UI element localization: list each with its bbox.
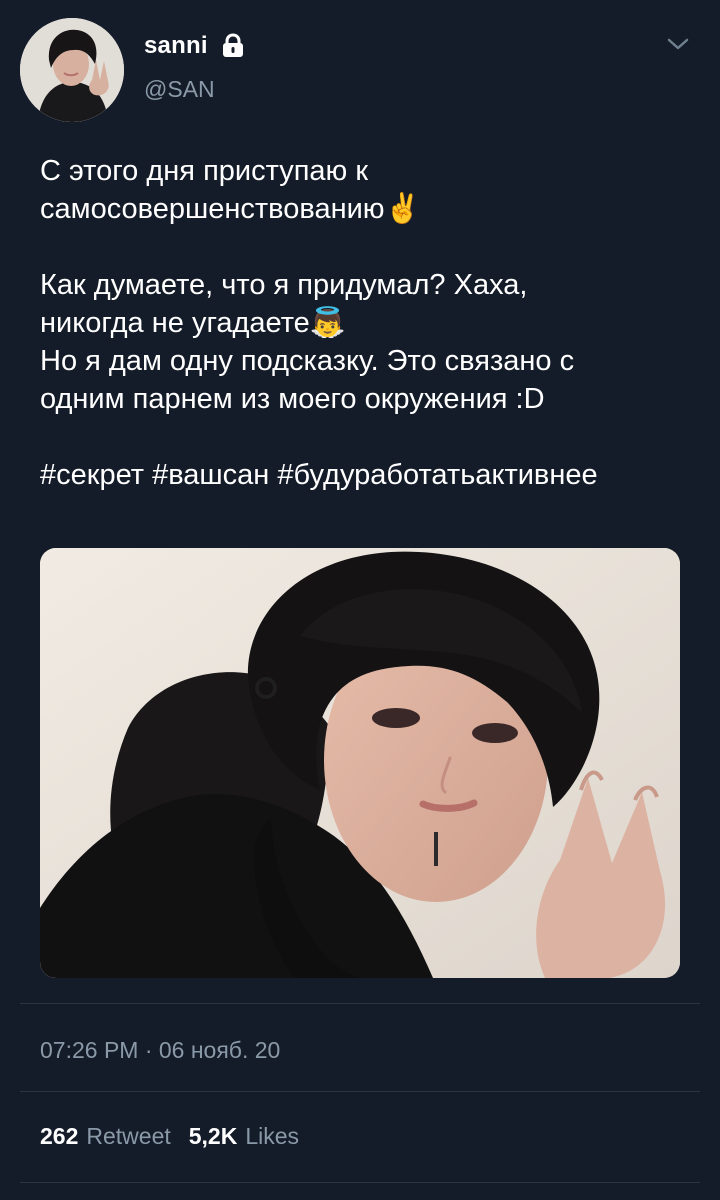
avatar[interactable] bbox=[20, 18, 124, 122]
tweet-photo bbox=[40, 548, 680, 978]
tweet-image[interactable] bbox=[40, 548, 680, 978]
name-row: sanni bbox=[144, 32, 248, 60]
likes-count[interactable]: 5,2K bbox=[189, 1123, 238, 1150]
tweet-header: sanni @SAN bbox=[20, 18, 700, 128]
retweet-label[interactable]: Retweet bbox=[86, 1123, 170, 1150]
avatar-image bbox=[20, 18, 124, 122]
retweet-count[interactable]: 262 bbox=[40, 1123, 78, 1150]
divider-middle bbox=[20, 1091, 700, 1092]
lock-icon bbox=[222, 33, 243, 57]
user-handle[interactable]: @SAN bbox=[144, 76, 215, 103]
display-name[interactable]: sanni bbox=[144, 32, 208, 60]
tweet-stats: 262 Retweet 5,2K Likes bbox=[40, 1123, 309, 1150]
divider-top bbox=[20, 1003, 700, 1004]
likes-label[interactable]: Likes bbox=[245, 1123, 299, 1150]
chevron-down-icon[interactable] bbox=[664, 30, 692, 58]
divider-bottom bbox=[20, 1182, 700, 1183]
tweet-text: С этого дня приступаю к самосовершенство… bbox=[40, 155, 598, 491]
tweet-timestamp: 07:26 PM · 06 нояб. 20 bbox=[40, 1037, 281, 1063]
